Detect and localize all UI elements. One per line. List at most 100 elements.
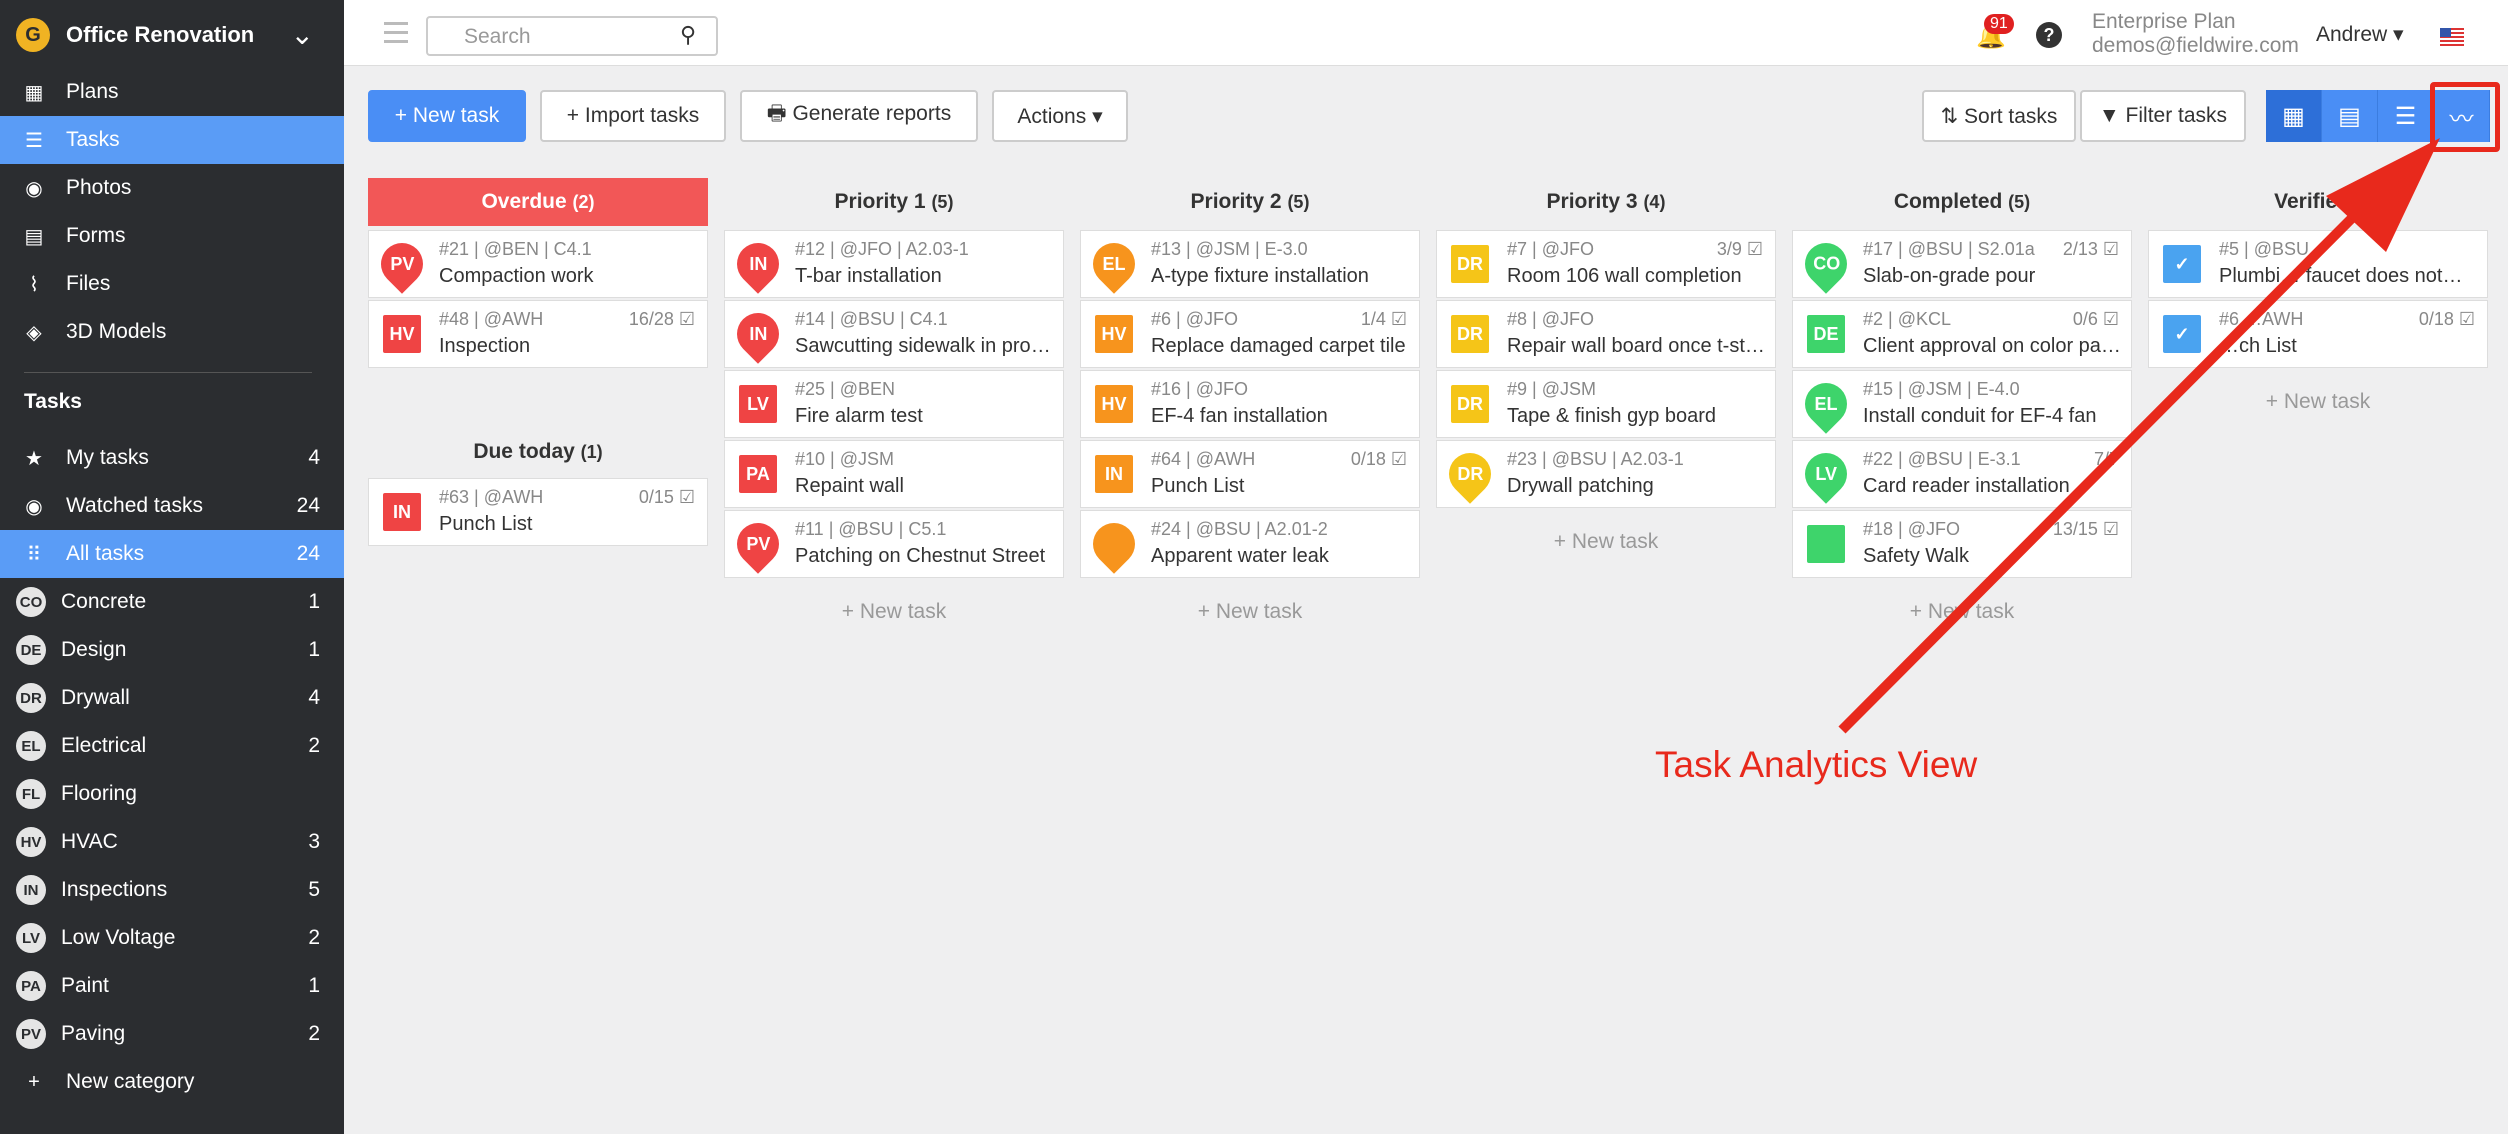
sort-tasks-button[interactable]: ⇅ Sort tasks bbox=[1922, 90, 2076, 142]
task-meta: #7 | @JFO bbox=[1507, 239, 1594, 259]
search-input[interactable]: Search bbox=[426, 16, 718, 56]
sidebar-category-hvac[interactable]: HV HVAC 3 bbox=[0, 818, 344, 866]
new-task-link[interactable]: + New task bbox=[1436, 530, 1776, 554]
task-card[interactable]: IN #14 | @BSU | C4.1 Sawcutting sidewalk i… bbox=[724, 300, 1064, 368]
task-card[interactable]: DR #9 | @JSM Tape & finish gyp board bbox=[1436, 370, 1776, 438]
marker-label: ✓ bbox=[2174, 253, 2190, 274]
sidebar-category-concrete[interactable]: CO Concrete 1 bbox=[0, 578, 344, 626]
sidebar-item-photos[interactable]: ◉ Photos bbox=[0, 164, 344, 212]
eye-icon: ◉ bbox=[25, 495, 43, 518]
sidebar-category-paving[interactable]: PV Paving 2 bbox=[0, 1010, 344, 1058]
gantt-view-icon[interactable]: ☰ bbox=[2378, 90, 2434, 142]
column-header: Priority 2 (5) bbox=[1080, 178, 1420, 226]
task-title: Client approval on color pale… bbox=[1863, 335, 2123, 357]
sidebar-item-label: Low Voltage bbox=[61, 926, 176, 949]
task-card[interactable]: DR #7 | @JFO Room 106 wall completion 3/9 ☑ bbox=[1436, 230, 1776, 298]
sidebar-category-inspections[interactable]: IN Inspections 5 bbox=[0, 866, 344, 914]
sidebar-filter-all-tasks[interactable]: ⠿ All tasks 24 bbox=[0, 530, 344, 578]
actions-dropdown[interactable]: Actions ▾ bbox=[992, 90, 1128, 142]
task-card[interactable]: #24 | @BSU | A2.01-2 Apparent water leak bbox=[1080, 510, 1420, 578]
task-card[interactable]: EL #13 | @JSM | E-3.0 A-type fixture insta… bbox=[1080, 230, 1420, 298]
task-card[interactable]: ✓ #5 | @BSU Plumbi… faucet does not… bbox=[2148, 230, 2488, 298]
board-view-icon[interactable]: ▦ bbox=[2266, 90, 2322, 142]
task-category-marker: DR bbox=[1451, 315, 1489, 353]
task-meta: #63 | @AWH bbox=[439, 487, 544, 507]
task-card[interactable]: CO #17 | @BSU | S2.01a Slab-on-grade pour 2… bbox=[1792, 230, 2132, 298]
sidebar-divider bbox=[24, 372, 312, 373]
task-card[interactable]: IN #64 | @AWH Punch List 0/18 ☑ bbox=[1080, 440, 1420, 508]
task-card[interactable]: PA #10 | @JSM Repaint wall bbox=[724, 440, 1064, 508]
category-badge: PA bbox=[16, 971, 46, 1001]
task-title: Card reader installation bbox=[1863, 475, 2070, 497]
sidebar-item-files[interactable]: ⌇ Files bbox=[0, 260, 344, 308]
generate-reports-button[interactable]: 🖶 Generate reports bbox=[740, 90, 978, 142]
task-title: Replace damaged carpet tile bbox=[1151, 335, 1406, 357]
new-task-link[interactable]: + New task bbox=[2148, 390, 2488, 414]
chevron-down-icon[interactable]: ⌄ bbox=[291, 18, 314, 51]
task-card[interactable]: DR #23 | @BSU | A2.03-1 Drywall patching bbox=[1436, 440, 1776, 508]
task-card[interactable]: IN #12 | @JFO | A2.03-1 T-bar installation bbox=[724, 230, 1064, 298]
sidebar-item-count: 1 bbox=[308, 974, 320, 997]
project-selector[interactable]: G Office Renovation ⌄ bbox=[0, 0, 344, 70]
sidebar-category-paint[interactable]: PA Paint 1 bbox=[0, 962, 344, 1010]
user-menu[interactable]: Andrew ▾ bbox=[2316, 22, 2404, 47]
task-title: A-type fixture installation bbox=[1151, 265, 1369, 287]
new-task-link[interactable]: + New task bbox=[1080, 600, 1420, 624]
hamburger-menu-icon[interactable] bbox=[384, 22, 408, 49]
new-task-link[interactable]: + New task bbox=[724, 600, 1064, 624]
task-card[interactable]: EL #15 | @JSM | E-4.0 Install conduit for … bbox=[1792, 370, 2132, 438]
column-header: Completed (5) bbox=[1792, 178, 2132, 226]
sidebar-category-drywall[interactable]: DR Drywall 4 bbox=[0, 674, 344, 722]
sidebar-item-forms[interactable]: ▤ Forms bbox=[0, 212, 344, 260]
new-task-link[interactable]: + New task bbox=[1792, 600, 2132, 624]
us-flag-icon[interactable] bbox=[2440, 28, 2464, 46]
marker-label: EL bbox=[1102, 253, 1126, 274]
task-card[interactable]: PV #11 | @BSU | C5.1 Patching on Chestnut … bbox=[724, 510, 1064, 578]
new-category-button[interactable]: + New category bbox=[0, 1058, 344, 1106]
sidebar-item-label: Plans bbox=[66, 80, 119, 103]
sidebar-item-plans[interactable]: ▦ Plans bbox=[0, 68, 344, 116]
task-category-marker: DR bbox=[1440, 444, 1500, 504]
task-card[interactable]: ✓ #6 …AWH …ch List 0/18 ☑ bbox=[2148, 300, 2488, 368]
task-card[interactable]: IN #63 | @AWH Punch List 0/15 ☑ bbox=[368, 478, 708, 546]
sidebar-item-count: 5 bbox=[308, 878, 320, 901]
task-title: Compaction work bbox=[439, 265, 594, 287]
category-badge: DE bbox=[16, 635, 46, 665]
task-card[interactable]: HV #48 | @AWH Inspection 16/28 ☑ bbox=[368, 300, 708, 368]
search-icon[interactable]: ⚲ bbox=[680, 22, 696, 48]
sidebar-category-design[interactable]: DE Design 1 bbox=[0, 626, 344, 674]
sidebar-item-label: 3D Models bbox=[66, 320, 167, 343]
column-count: (4) bbox=[1643, 192, 1666, 212]
checklist-progress: 16/28 ☑ bbox=[628, 309, 695, 329]
import-tasks-button[interactable]: + Import tasks bbox=[540, 90, 726, 142]
task-card[interactable]: #18 | @JFO Safety Walk 13/15 ☑ bbox=[1792, 510, 2132, 578]
marker-label: HV bbox=[1101, 393, 1127, 414]
account-email: demos@fieldwire.com bbox=[2092, 34, 2299, 57]
task-card[interactable]: LV #25 | @BEN Fire alarm test bbox=[724, 370, 1064, 438]
marker-label: DR bbox=[1457, 393, 1483, 414]
task-card[interactable]: LV #22 | @BSU | E-3.1 Card reader installa… bbox=[1792, 440, 2132, 508]
sidebar-category-low-voltage[interactable]: LV Low Voltage 2 bbox=[0, 914, 344, 962]
task-card[interactable]: PV #21 | @BEN | C4.1 Compaction work bbox=[368, 230, 708, 298]
checklist-progress: 0/18 ☑ bbox=[1350, 449, 1407, 469]
new-task-button[interactable]: + New task bbox=[368, 90, 526, 142]
sidebar-item-label: Files bbox=[66, 272, 111, 295]
task-card[interactable]: HV #6 | @JFO Replace damaged carpet tile 1/… bbox=[1080, 300, 1420, 368]
task-title: Install conduit for EF-4 fan bbox=[1863, 405, 2097, 427]
sidebar-filter-watched-tasks[interactable]: ◉ Watched tasks 24 bbox=[0, 482, 344, 530]
calendar-view-icon[interactable]: ▤ bbox=[2322, 90, 2378, 142]
sidebar-category-flooring[interactable]: FL Flooring bbox=[0, 770, 344, 818]
task-card[interactable]: HV #16 | @JFO EF-4 fan installation bbox=[1080, 370, 1420, 438]
task-category-marker: DE bbox=[1807, 315, 1845, 353]
sidebar-item-label: HVAC bbox=[61, 830, 118, 853]
sidebar-item-tasks[interactable]: ☰ Tasks bbox=[0, 116, 344, 164]
sidebar-category-electrical[interactable]: EL Electrical 2 bbox=[0, 722, 344, 770]
column-count: (5) bbox=[2008, 192, 2031, 212]
task-card[interactable]: DR #8 | @JFO Repair wall board once t-stat… bbox=[1436, 300, 1776, 368]
filter-tasks-button[interactable]: ▼ Filter tasks bbox=[2080, 90, 2246, 142]
marker-label: DR bbox=[1457, 253, 1483, 274]
sidebar-item-3d-models[interactable]: ◈ 3D Models bbox=[0, 308, 344, 356]
help-icon[interactable]: ? bbox=[2036, 22, 2062, 48]
sidebar-filter-my-tasks[interactable]: ★ My tasks 4 bbox=[0, 434, 344, 482]
task-card[interactable]: DE #2 | @KCL Client approval on color pale… bbox=[1792, 300, 2132, 368]
